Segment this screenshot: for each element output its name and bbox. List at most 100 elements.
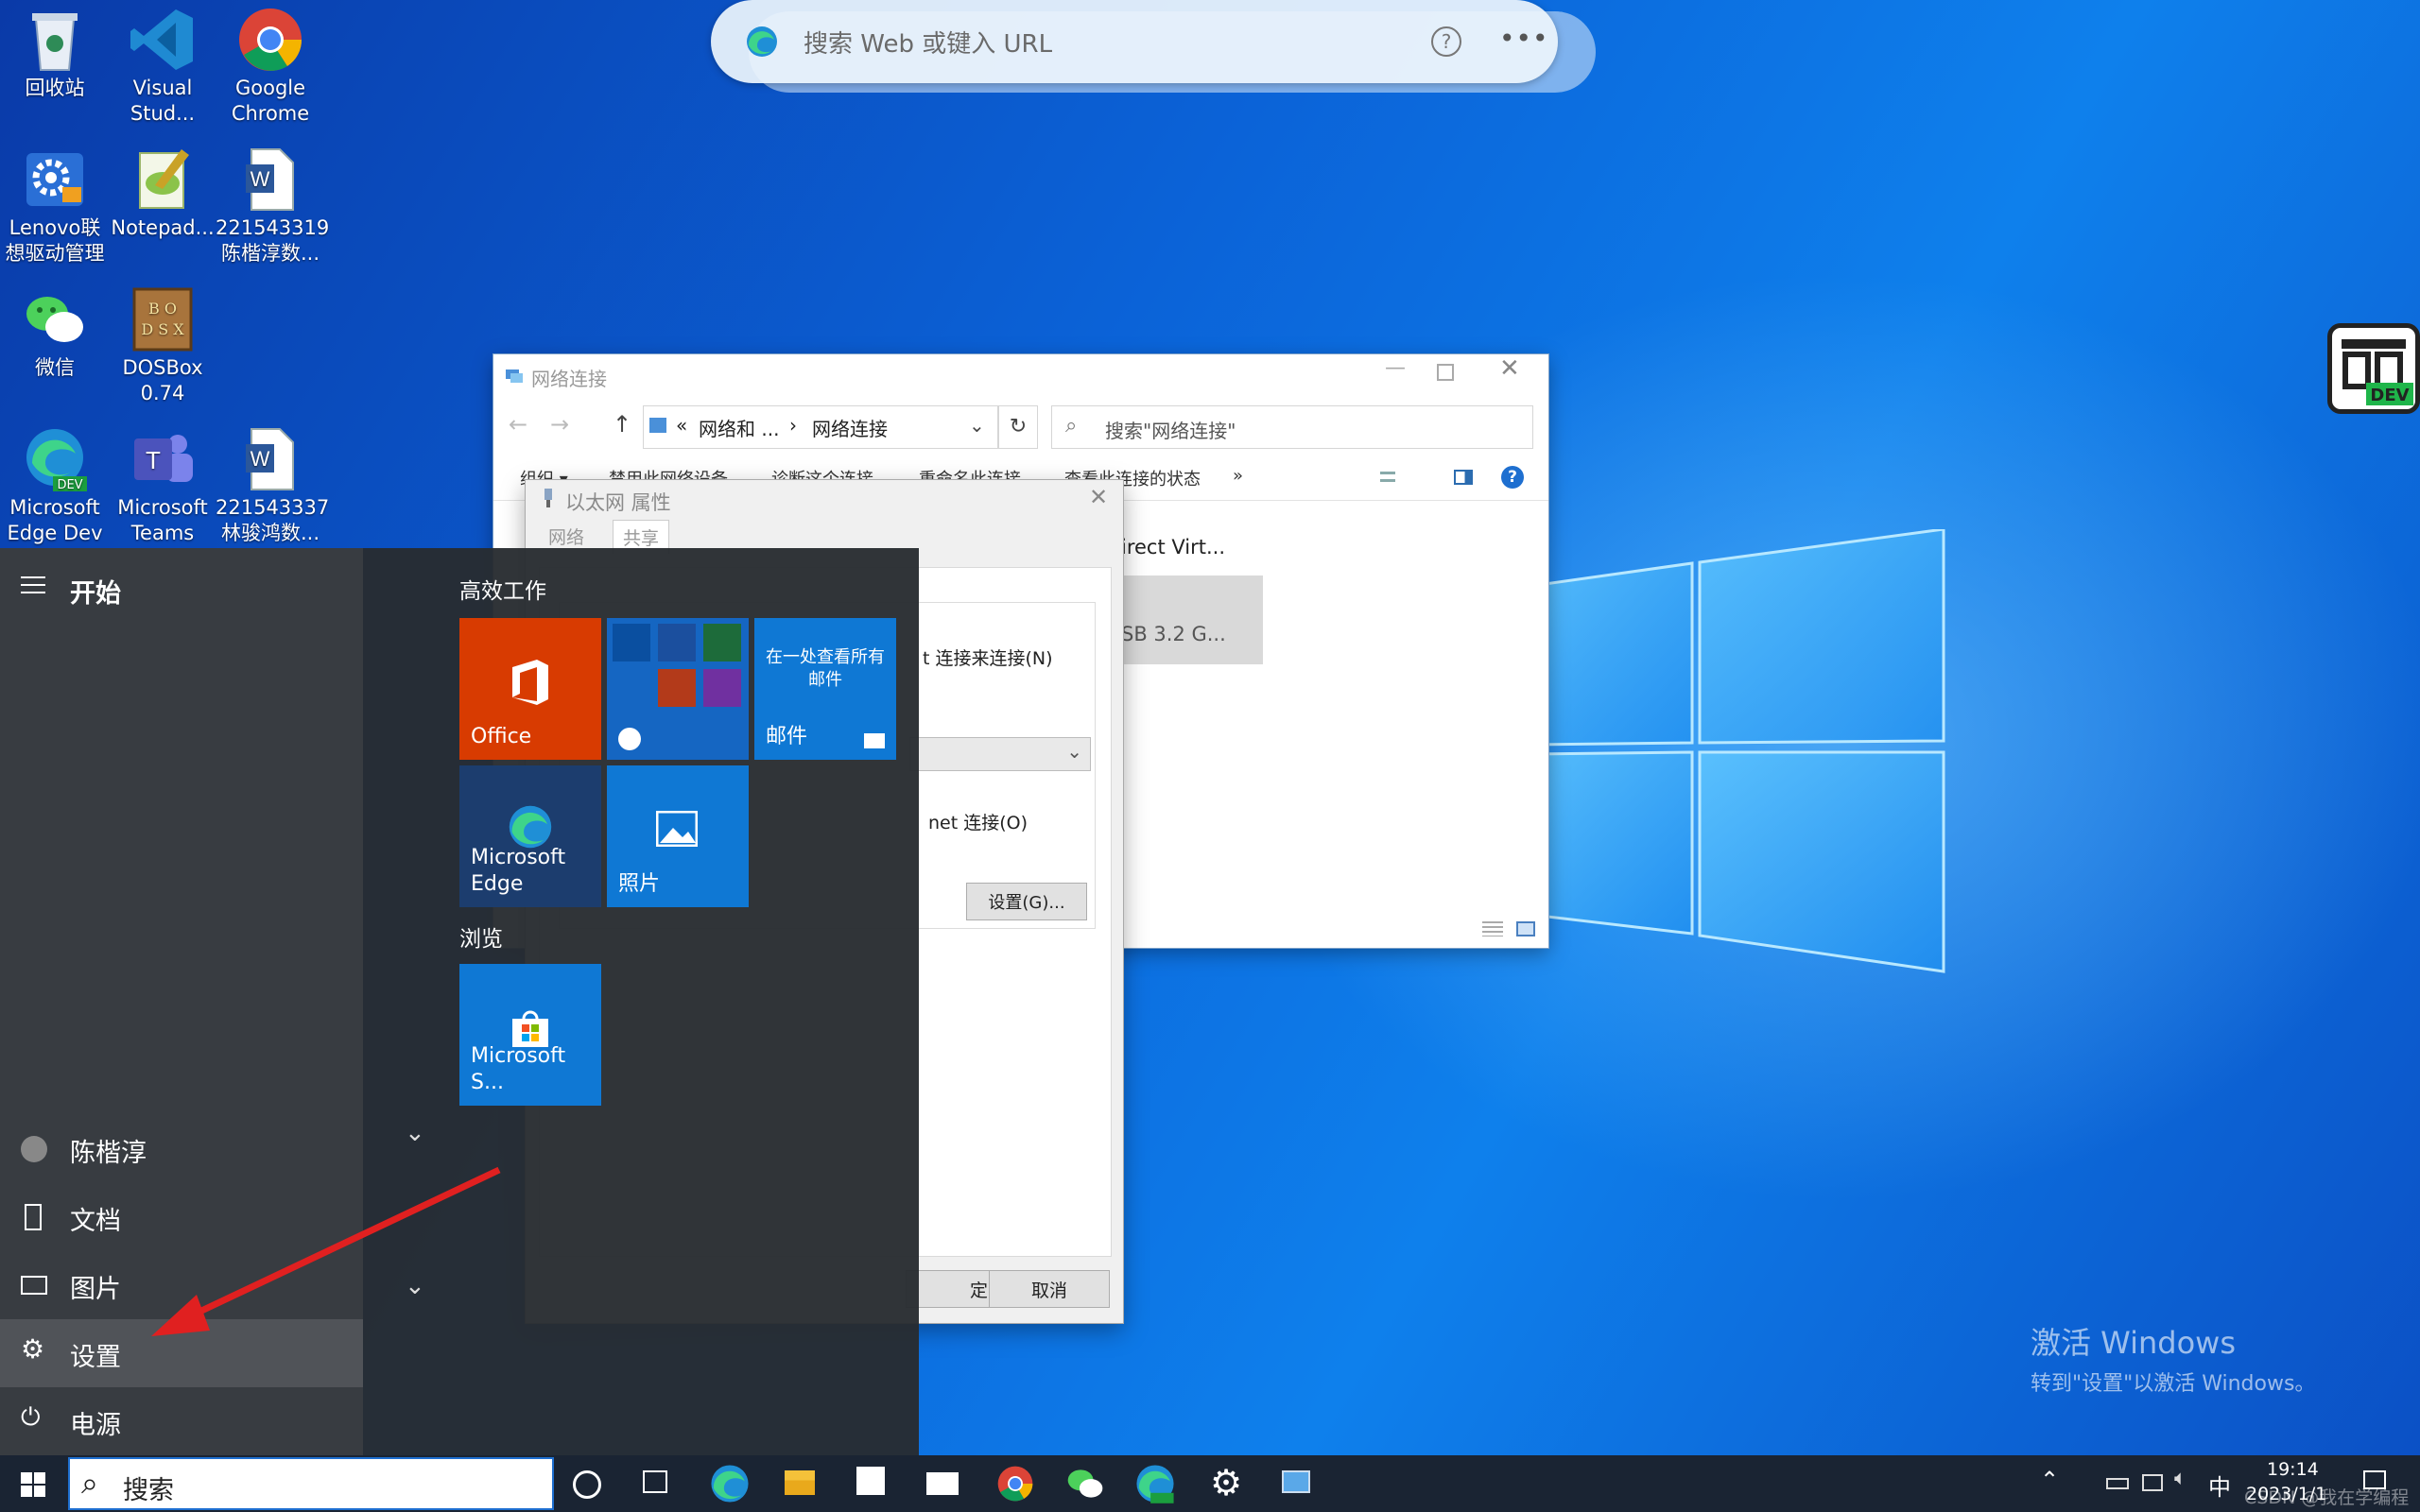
preview-pane-icon[interactable] bbox=[1454, 470, 1473, 485]
breadcrumb-network-connections[interactable]: 网络连接 bbox=[812, 414, 888, 441]
maximize-button[interactable] bbox=[1437, 364, 1454, 381]
dosbox-shortcut[interactable]: B O D S X DOSBox 0.74 bbox=[108, 280, 217, 406]
allow-connect-text: t 连接来连接(N) bbox=[923, 648, 1053, 669]
office-icon bbox=[512, 660, 548, 705]
svg-text:DEV: DEV bbox=[57, 478, 82, 492]
edge-search-bar[interactable]: 搜索 Web 或键入 URL ? ••• bbox=[711, 0, 1558, 83]
breadcrumb-overflow[interactable]: « bbox=[676, 414, 687, 437]
edge-icon[interactable] bbox=[707, 1463, 752, 1504]
back-button[interactable]: ← bbox=[509, 411, 527, 438]
nav-user-label: 陈楷淳 bbox=[70, 1139, 147, 1168]
recycle-bin-shortcut[interactable]: 回收站 bbox=[0, 0, 110, 101]
cmd-more[interactable]: » bbox=[1233, 466, 1243, 486]
svg-text:D S X: D S X bbox=[141, 320, 184, 338]
edge-search-placeholder[interactable]: 搜索 Web 或键入 URL bbox=[804, 25, 1052, 60]
svg-text:W: W bbox=[251, 167, 270, 191]
chevron-down-icon[interactable]: ⌄ bbox=[969, 414, 985, 437]
ime-indicator[interactable]: 中 bbox=[2208, 1469, 2231, 1502]
nav-documents-label: 文档 bbox=[70, 1207, 121, 1236]
cancel-button[interactable]: 取消 bbox=[989, 1270, 1110, 1308]
windows-start-icon[interactable] bbox=[21, 1472, 45, 1497]
edge-dev-icon[interactable] bbox=[1132, 1463, 1178, 1504]
task-view-icon[interactable] bbox=[643, 1470, 667, 1493]
tile-edge[interactable]: Microsoft Edge bbox=[459, 765, 601, 907]
settings-button[interactable]: 设置(G)... bbox=[966, 883, 1087, 920]
search-icon: ⌕ bbox=[81, 1465, 98, 1501]
volume-icon[interactable]: 🔈︎ bbox=[2174, 1467, 2187, 1490]
svg-text:W: W bbox=[251, 447, 270, 471]
tile-office[interactable]: Office bbox=[459, 618, 601, 760]
store-icon[interactable] bbox=[856, 1467, 885, 1495]
tab-networking[interactable]: 网络 bbox=[548, 524, 584, 549]
breadcrumb-network-center[interactable]: 网络和 ... bbox=[699, 414, 779, 441]
adapter-device: SB 3.2 G... bbox=[1121, 623, 1226, 645]
edge-icon bbox=[747, 26, 777, 57]
search-placeholder[interactable]: 搜索"网络连接" bbox=[1105, 416, 1236, 443]
notepadpp-shortcut[interactable]: Notepad... bbox=[108, 140, 217, 241]
forward-button[interactable]: → bbox=[550, 411, 569, 438]
taskbar-search-box[interactable]: ⌕ 搜索 bbox=[68, 1457, 554, 1510]
tile-edge-label: Microsoft Edge bbox=[471, 846, 566, 896]
chrome-label: Google Chrome bbox=[231, 77, 310, 125]
up-button[interactable]: ↑ bbox=[613, 411, 631, 438]
mail-icon[interactable] bbox=[926, 1472, 959, 1495]
details-view-icon[interactable] bbox=[1482, 921, 1503, 936]
teams-shortcut[interactable]: T Microsoft Teams bbox=[108, 420, 217, 546]
adapter-selected: SB 3.2 G... bbox=[1121, 576, 1263, 664]
dosbox-icon: B O D S X bbox=[129, 285, 197, 353]
battery-icon[interactable] bbox=[2106, 1478, 2129, 1489]
home-network-select[interactable]: ⌄ bbox=[909, 737, 1091, 771]
chrome-icon[interactable] bbox=[993, 1463, 1038, 1504]
notepad-icon bbox=[129, 146, 197, 214]
show-hidden-icons[interactable]: ⌃ bbox=[2040, 1467, 2059, 1493]
help-icon[interactable]: ? bbox=[1431, 26, 1461, 57]
network-icon[interactable] bbox=[2142, 1474, 2163, 1491]
tiles-view-icon[interactable] bbox=[1516, 921, 1535, 936]
tile-photos[interactable]: 照片 bbox=[607, 765, 749, 907]
svg-text:DEV: DEV bbox=[2370, 386, 2409, 405]
expand-user-chevron[interactable]: ⌄ bbox=[405, 1119, 425, 1147]
refresh-button[interactable]: ↻ bbox=[998, 405, 1038, 449]
mail-caption: 在一处查看所有邮件 bbox=[766, 647, 885, 690]
file-explorer-icon[interactable] bbox=[785, 1470, 815, 1495]
minimize-button[interactable]: — bbox=[1376, 356, 1414, 380]
gear-icon[interactable]: ⚙ bbox=[1210, 1459, 1255, 1503]
tile-mail[interactable]: 在一处查看所有邮件 邮件 bbox=[754, 618, 896, 760]
clock-time[interactable]: 19:14 bbox=[2267, 1459, 2319, 1480]
hamburger-icon[interactable] bbox=[21, 576, 45, 593]
photos-icon bbox=[656, 811, 698, 847]
taskbar-search-placeholder[interactable]: 搜索 bbox=[123, 1469, 174, 1506]
cortana-icon[interactable] bbox=[573, 1470, 601, 1499]
dialog-close-button[interactable]: ✕ bbox=[1089, 484, 1108, 510]
edge-dev-shortcut[interactable]: DEV Microsoft Edge Dev bbox=[0, 420, 110, 546]
notification-icon[interactable] bbox=[2363, 1470, 2386, 1489]
word-doc-2-shortcut[interactable]: W 221543337 林骏鸿数... bbox=[216, 420, 329, 546]
nav-power[interactable]: ⏻ 电源 bbox=[0, 1387, 363, 1455]
lenovo-driver-shortcut[interactable]: Lenovo联 想驱动管理 bbox=[0, 140, 110, 266]
close-button[interactable]: ✕ bbox=[1499, 354, 1520, 383]
recycle-bin-label: 回收站 bbox=[25, 77, 85, 99]
wechat-label: 微信 bbox=[35, 356, 75, 379]
breadcrumb-separator: › bbox=[789, 414, 797, 437]
wechat-icon[interactable] bbox=[1063, 1463, 1108, 1504]
dev-widget-icon: DEV bbox=[2342, 339, 2413, 405]
help-icon[interactable]: ? bbox=[1501, 466, 1524, 489]
network-connections-taskbar-icon[interactable] bbox=[1282, 1470, 1310, 1493]
change-view-icon[interactable] bbox=[1380, 468, 1409, 487]
more-icon[interactable]: ••• bbox=[1499, 23, 1549, 54]
chrome-shortcut[interactable]: Google Chrome bbox=[216, 0, 325, 127]
excel-icon bbox=[703, 624, 741, 662]
tile-office-apps-folder[interactable] bbox=[607, 618, 749, 760]
search-box[interactable]: ⌕ 搜索"网络连接" bbox=[1051, 405, 1533, 449]
wechat-shortcut[interactable]: 微信 bbox=[0, 280, 110, 381]
address-bar[interactable]: « 网络和 ... › 网络连接 ⌄ bbox=[643, 405, 998, 449]
lenovo-driver-label: Lenovo联 想驱动管理 bbox=[5, 216, 105, 265]
dev-widget-logo[interactable]: DEV bbox=[2327, 323, 2420, 414]
svg-text:B O: B O bbox=[148, 300, 177, 318]
tile-store[interactable]: Microsoft S... bbox=[459, 964, 601, 1106]
adapter-item[interactable]: irect Virt... SB 3.2 G... bbox=[1121, 536, 1263, 685]
vscode-shortcut[interactable]: Visual Stud... bbox=[108, 0, 217, 127]
word-doc-1-shortcut[interactable]: W 221543319 陈楷淳数... bbox=[216, 140, 329, 266]
nav-power-label: 电源 bbox=[70, 1411, 121, 1440]
tile-office-label: Office bbox=[471, 725, 532, 748]
